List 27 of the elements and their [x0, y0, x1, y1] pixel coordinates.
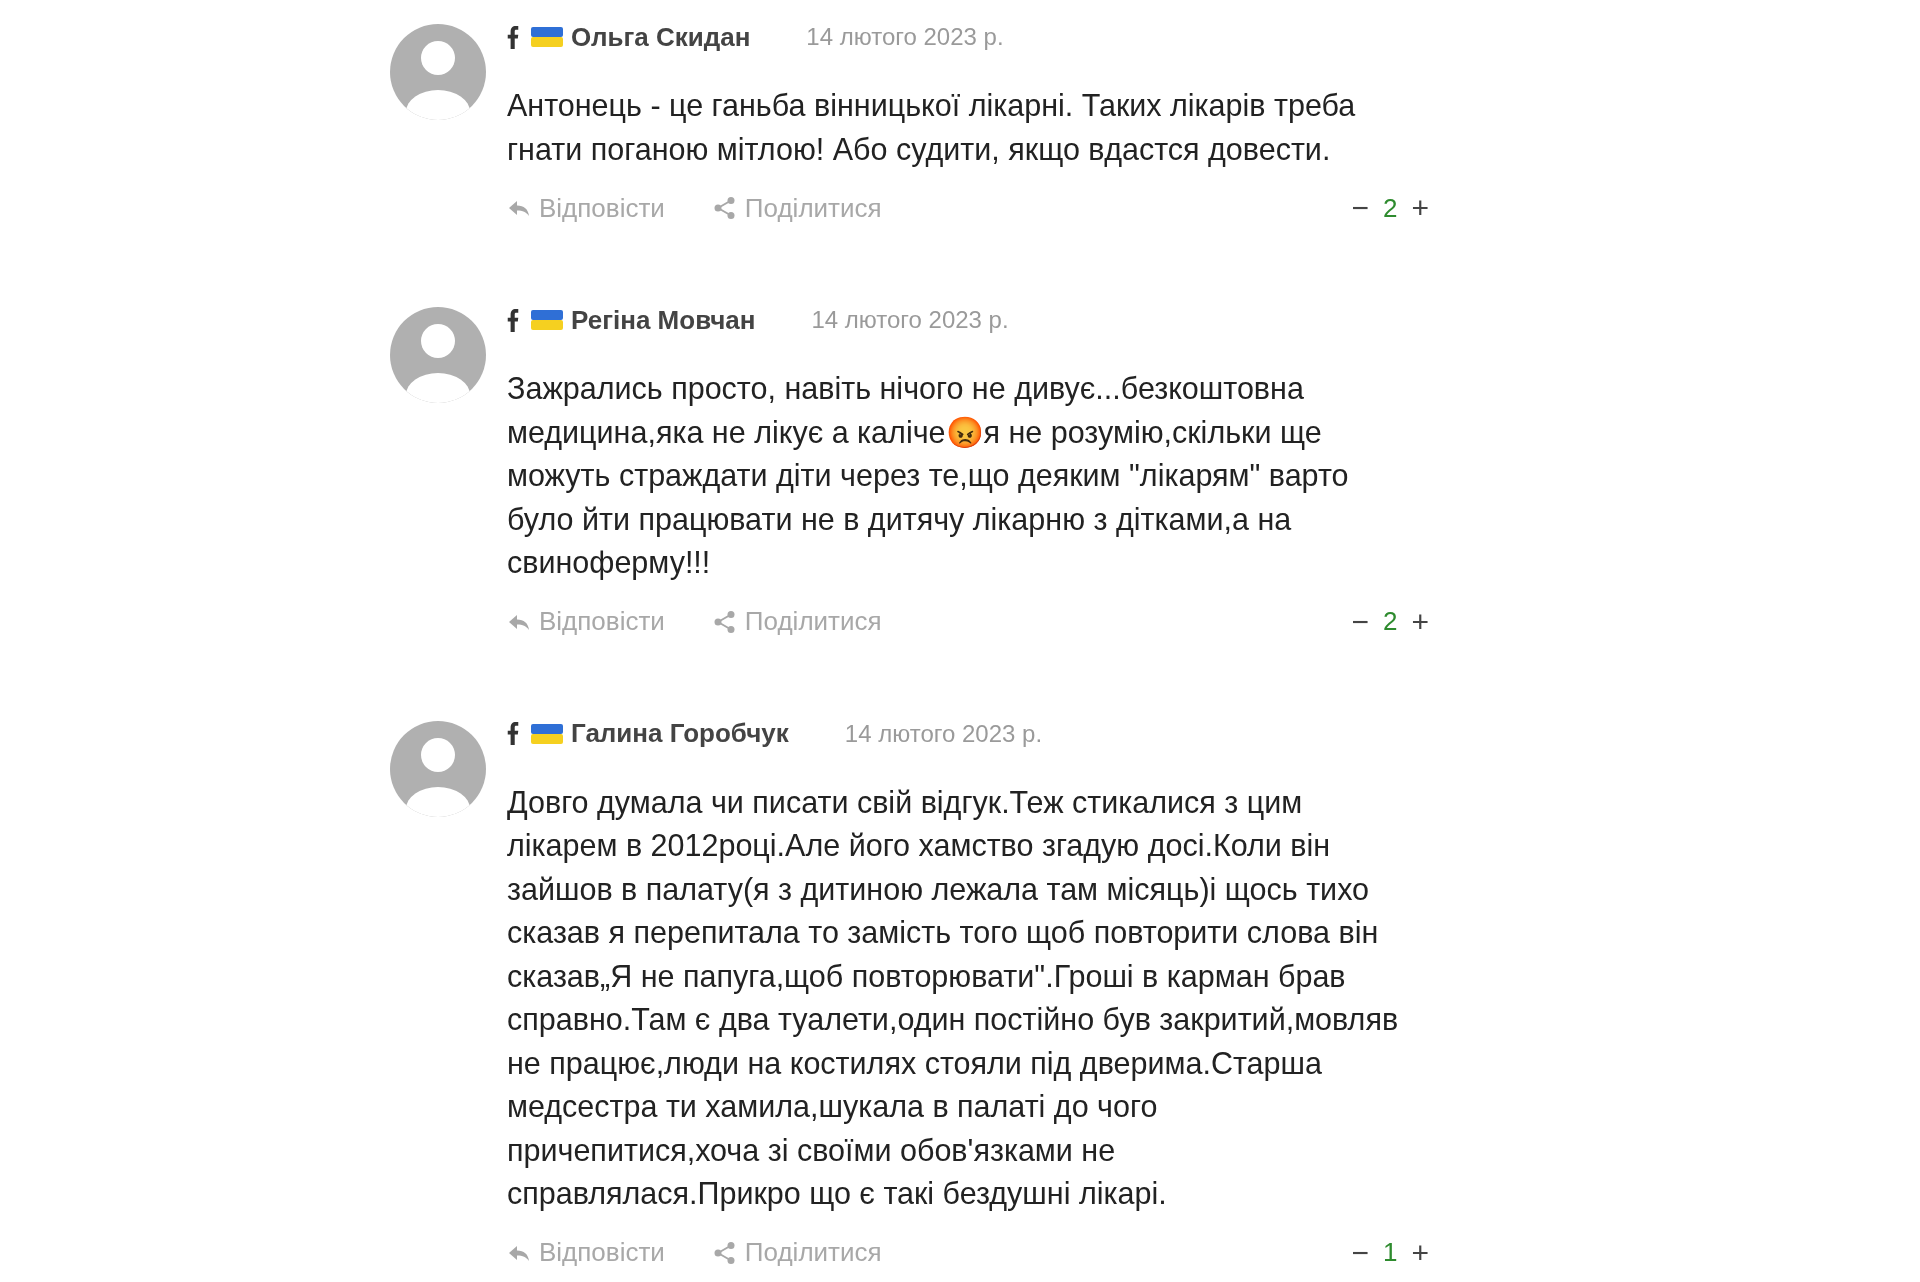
comment-text: Зажрались просто, навіть нічого не дивує...безкоштовна медицина,яка не лікує а каліче😡я не розумію,скільки ще можуть страждати діти через те,що деяким "лікарям" варто було йти працювати не в дитячу лікарню з дітками,а на свиноферму!!! [507, 370, 1350, 582]
share-icon [712, 609, 737, 634]
downvote-button[interactable]: − [1351, 606, 1369, 637]
facebook-icon[interactable] [507, 722, 519, 745]
facebook-icon[interactable] [507, 25, 519, 49]
downvote-button[interactable]: − [1351, 1237, 1369, 1268]
flag-icon [531, 27, 563, 47]
upvote-button[interactable]: + [1411, 1237, 1429, 1268]
author-name: Регіна Мовчан [571, 303, 756, 337]
comment-text: Антонець - це ганьба вінницької лікарні. Таких лікарів треба гнати поганою мітлою! Або судити, якщо вдастся довести. [507, 87, 1357, 169]
comment-date: 14 лютого 2023 р. [844, 718, 1043, 749]
downvote-button[interactable]: − [1351, 193, 1369, 223]
comment-date: 14 лютого 2023 р. [811, 305, 1009, 335]
share-icon [712, 196, 737, 220]
vote-count: 1 [1383, 1236, 1398, 1269]
comment-date: 14 лютого 2023 р. [806, 22, 1004, 52]
author-name: Галина Горобчук [571, 717, 789, 750]
flag-icon [531, 723, 563, 744]
author-name: Ольга Скидан [571, 20, 751, 54]
upvote-button[interactable]: + [1411, 606, 1429, 637]
share-icon [712, 1240, 737, 1265]
comment-text: Довго думала чи писати свій відгук.Теж стикалися з цим лікарем в 2012році.Але його хамство згадую досі.Коли він зайшов в палату(я з дитиною лежала там місяць)і щось тихо сказав я перепитала то замість того щоб повторити слова він сказав„Я не папуга,щоб повторювати".Гроші в карман брав справно.Там є два туалети,один постійно був закритий,мовляв не працює,люди на костилях стояли під дверима.Старша медсестра ти хамила,шукала в палаті до чого причепитися,хоча зі своїми обов'язками не справлялася.Прикро що є такі бездушні лікарі. [507, 783, 1400, 1213]
facebook-icon[interactable] [507, 308, 519, 332]
vote-count: 2 [1383, 605, 1398, 638]
flag-icon [531, 310, 563, 330]
vote-count: 2 [1383, 191, 1398, 225]
upvote-button[interactable]: + [1411, 193, 1429, 223]
